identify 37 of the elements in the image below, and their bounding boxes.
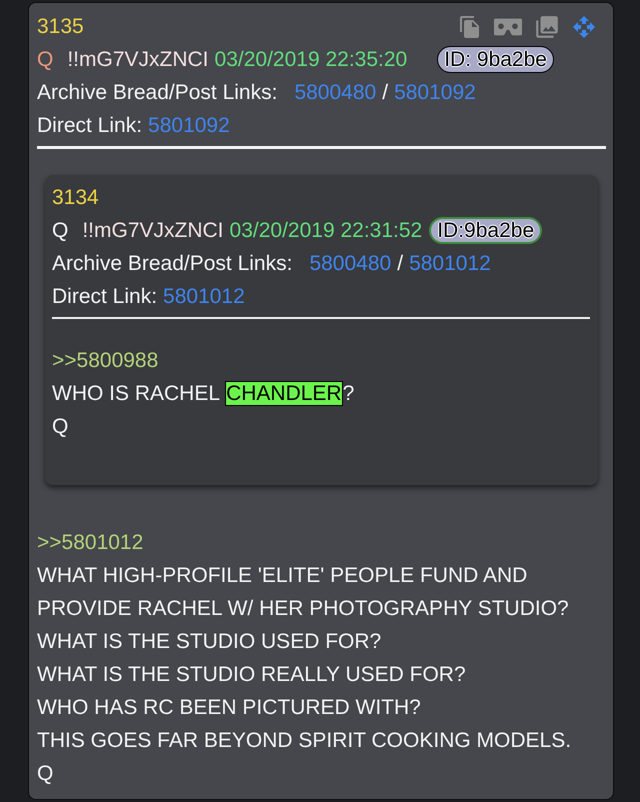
post-text: Q xyxy=(52,415,68,438)
images-icon[interactable] xyxy=(534,14,560,40)
post-number: 3134 xyxy=(52,184,99,211)
post-number: 3135 xyxy=(37,14,84,40)
post-text: WHAT IS THE STUDIO REALLY USED FOR? xyxy=(37,663,466,686)
tripcode: !!mG7VJxZNCI xyxy=(67,46,209,73)
author-name: Q xyxy=(37,46,54,73)
archive-link[interactable]: 5800480 xyxy=(294,76,376,108)
post-text: WHO IS RACHEL xyxy=(52,382,220,405)
move-icon[interactable] xyxy=(572,14,596,38)
post-text: ? xyxy=(342,382,354,405)
link-separator: / xyxy=(382,80,388,106)
post-text: WHAT IS THE STUDIO USED FOR? xyxy=(37,630,382,653)
direct-link[interactable]: 5801092 xyxy=(148,110,230,142)
direct-link-label: Direct Link: xyxy=(52,284,158,310)
post-text: WHAT HIGH-PROFILE 'ELITE' PEOPLE FUND AND PROVIDE RACHEL W/ HER PHOTOGRAPHY STUDIO? xyxy=(37,564,569,620)
post-text: Q xyxy=(37,762,54,785)
post-date: 03/20/2019 22:35:20 xyxy=(214,46,408,73)
post-id-badge: ID: 9ba2be xyxy=(437,46,554,73)
reply-link[interactable]: >>5801012 xyxy=(37,531,144,554)
direct-link-label: Direct Link: xyxy=(37,112,142,139)
archive-label: Archive Bread/Post Links: xyxy=(52,250,292,277)
archive-label: Archive Bread/Post Links: xyxy=(37,80,278,106)
tripcode: !!mG7VJxZNCI xyxy=(82,218,224,244)
copy-icon[interactable] xyxy=(458,14,482,38)
archive-link[interactable]: 5801092 xyxy=(394,76,476,108)
post-text: THIS GOES FAR BEYOND SPIRIT COOKING MODELS. xyxy=(37,729,572,752)
post-id-badge: ID:9ba2be xyxy=(429,217,542,244)
direct-link[interactable]: 5801012 xyxy=(163,280,245,312)
post-date: 03/20/2019 22:31:52 xyxy=(230,218,422,244)
author-name: Q xyxy=(52,218,68,244)
reply-link[interactable]: >>5800988 xyxy=(52,349,158,372)
archive-link[interactable]: 5800480 xyxy=(309,248,392,280)
post-text: WHO HAS RC BEEN PICTURED WITH? xyxy=(37,696,421,719)
archive-link[interactable]: 5801012 xyxy=(409,248,491,280)
highlighted-text: CHANDLER xyxy=(225,381,343,406)
link-separator: / xyxy=(397,250,404,277)
